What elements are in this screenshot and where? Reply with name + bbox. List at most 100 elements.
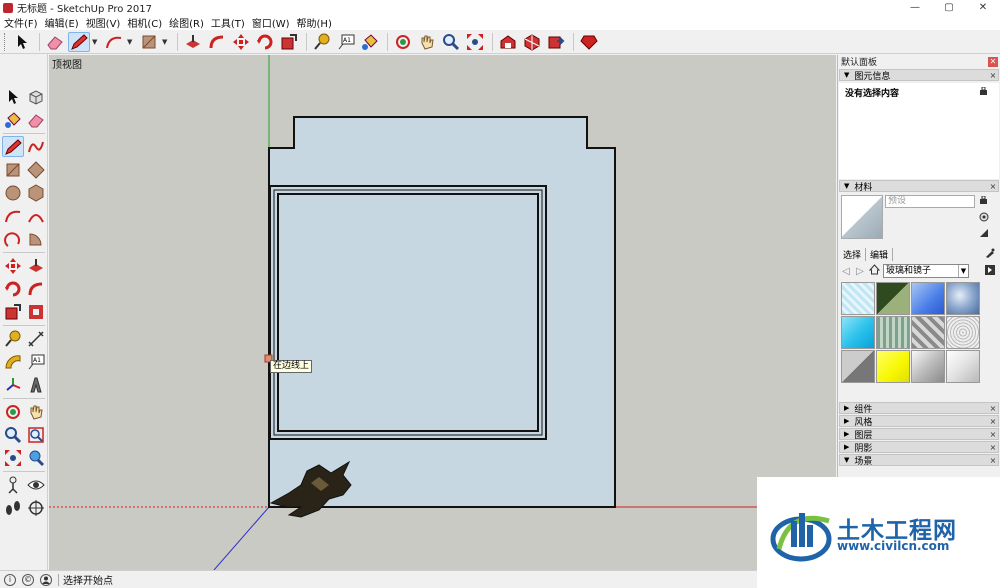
user-account-icon[interactable] [40,573,52,586]
arc-tool-dropdown-icon[interactable]: ▼ [127,38,135,46]
pan-tool-button[interactable] [416,32,438,52]
menu-draw[interactable]: 绘图(R) [169,15,204,30]
position-camera-tool-button[interactable] [2,474,24,495]
share-model-button[interactable] [545,32,567,52]
push-pull-tool-button[interactable] [182,32,204,52]
menu-edit[interactable]: 编辑(E) [45,15,79,30]
rotate-tool-button[interactable] [2,278,24,299]
tray-close-button[interactable]: ✕ [988,56,998,67]
material-swatch[interactable] [911,350,945,383]
eyedropper-icon[interactable] [981,248,999,261]
panel-close-button[interactable]: × [988,455,998,465]
panel-close-button[interactable]: × [988,403,998,413]
rectangle-tool-button[interactable] [2,159,24,180]
drawing-viewport[interactable]: 顶视图 在边线上 [49,55,836,570]
look-around-tool-button[interactable] [25,474,47,495]
polygon-tool-button[interactable] [25,182,47,203]
zoom-tool-button[interactable] [2,424,24,445]
material-swatch[interactable] [841,282,875,315]
orbit-tool-button[interactable] [392,32,414,52]
zoom-extents-button[interactable] [464,32,486,52]
panel-close-button[interactable]: × [988,416,998,426]
tape-measure-tool-button[interactable] [311,32,333,52]
extension-warehouse-button[interactable] [578,32,600,52]
two-point-arc-tool-button[interactable] [25,205,47,226]
sample-paint-icon[interactable] [979,228,988,238]
text-tool-button[interactable]: A1 [25,351,47,372]
line-tool-button[interactable] [68,31,90,52]
back-arrow-icon[interactable]: ◁ [839,266,853,277]
menu-window[interactable]: 窗口(W) [252,15,290,30]
material-swatch[interactable] [841,316,875,349]
material-swatch[interactable] [946,282,980,315]
material-preview-swatch[interactable] [841,195,883,239]
make-component-button[interactable] [25,86,47,107]
material-swatch[interactable] [876,316,910,349]
paint-bucket-tool-button[interactable] [2,109,24,130]
circle-tool-button[interactable] [2,182,24,203]
move-tool-button[interactable] [230,32,252,52]
3d-warehouse-button[interactable] [497,32,519,52]
text-tool-button[interactable]: A1 [335,32,357,52]
details-arrow-icon[interactable] [983,264,997,278]
minimize-button[interactable]: — [898,0,932,15]
toolbar-grip[interactable] [4,32,7,51]
shape-tool-dropdown-icon[interactable]: ▼ [162,38,170,46]
menu-tools[interactable]: 工具(T) [211,15,245,30]
credits-icon[interactable]: © [22,573,34,586]
three-point-arc-tool-button[interactable] [2,228,24,249]
panel-header-scenes[interactable]: ▼ 场景 × [839,454,999,467]
tab-edit[interactable]: 编辑 [866,247,894,261]
section-plane-tool-button[interactable] [25,497,47,518]
forward-arrow-icon[interactable]: ▷ [853,266,867,277]
material-swatch[interactable] [911,316,945,349]
line-tool-button[interactable] [2,136,24,157]
material-swatch[interactable] [946,316,980,349]
panel-close-button[interactable]: × [988,181,998,191]
follow-me-tool-button[interactable] [25,278,47,299]
wall-outline-face[interactable] [268,116,616,508]
zoom-window-tool-button[interactable] [25,424,47,445]
close-button[interactable]: ✕ [966,0,1000,15]
arc-tool-button[interactable] [2,205,24,226]
material-swatch[interactable] [876,282,910,315]
model-canvas[interactable] [49,55,836,570]
material-swatch[interactable] [841,350,875,383]
create-material-icon[interactable] [979,212,989,222]
rotate-tool-button[interactable] [254,32,276,52]
arc-tool-button[interactable] [103,32,125,52]
material-swatch[interactable] [946,350,980,383]
pie-tool-button[interactable] [25,228,47,249]
select-tool-button[interactable] [2,86,24,107]
menu-help[interactable]: 帮助(H) [297,15,332,30]
paint-bucket-tool-button[interactable] [359,32,381,52]
eraser-tool-button[interactable] [44,32,66,52]
panel-header-styles[interactable]: ▶ 风格 × [839,415,999,428]
offset-tool-button[interactable] [25,301,47,322]
tab-select[interactable]: 选择 [839,247,867,261]
pan-tool-button[interactable] [25,401,47,422]
panel-close-button[interactable]: × [988,70,998,80]
freehand-tool-button[interactable] [25,136,47,157]
move-tool-button[interactable] [2,255,24,276]
panel-close-button[interactable]: × [988,442,998,452]
protractor-tool-button[interactable] [2,351,24,372]
geo-location-icon[interactable]: i [4,573,16,586]
walk-tool-button[interactable] [2,497,24,518]
follow-me-tool-button[interactable] [206,32,228,52]
material-library-select[interactable]: 玻璃和镜子 ▼ [883,264,969,278]
panel-header-components[interactable]: ▶ 组件 × [839,402,999,415]
rotated-rectangle-tool-button[interactable] [25,159,47,180]
panel-header-layers[interactable]: ▶ 图层 × [839,428,999,441]
rectangle-tool-button[interactable] [138,32,160,52]
axes-tool-button[interactable] [2,374,24,395]
scale-tool-button[interactable] [2,301,24,322]
push-pull-tool-button[interactable] [25,255,47,276]
material-swatch[interactable] [911,282,945,315]
menu-file[interactable]: 文件(F) [4,15,38,30]
line-tool-dropdown-icon[interactable]: ▼ [92,38,100,46]
previous-view-button[interactable] [25,447,47,468]
material-swatch[interactable] [876,350,910,383]
3d-text-tool-button[interactable] [25,374,47,395]
maximize-button[interactable]: ▢ [932,0,966,15]
